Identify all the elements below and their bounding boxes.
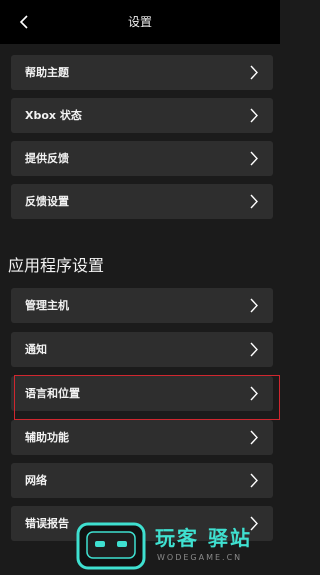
menu-item-label: Xbox 状态: [25, 109, 82, 122]
menu-item-label: 错误报告: [25, 517, 69, 530]
chevron-right-icon: [250, 298, 258, 313]
menu-item-help-topics[interactable]: 帮助主题: [11, 55, 273, 90]
watermark-text-cn: 玩客 驿站: [155, 526, 252, 550]
page-title: 设置: [127, 15, 152, 29]
menu-item-label: 反馈设置: [25, 195, 69, 208]
menu-item-label: 网络: [25, 474, 47, 487]
menu-item-network[interactable]: 网络: [11, 463, 273, 498]
chevron-right-icon: [250, 342, 258, 357]
chevron-right-icon: [250, 194, 258, 209]
menu-item-manage-consoles[interactable]: 管理主机: [11, 288, 273, 323]
menu-item-accessibility[interactable]: 辅助功能: [11, 420, 273, 455]
chevron-right-icon: [250, 151, 258, 166]
menu-item-label: 帮助主题: [25, 66, 69, 79]
watermark-text-en: WODEGAME.CN: [157, 553, 243, 562]
section-title: 应用程序设置: [8, 256, 105, 275]
menu-item-label: 通知: [25, 343, 47, 356]
chevron-right-icon: [250, 108, 258, 123]
menu-item-label: 提供反馈: [25, 152, 69, 165]
watermark: 玩客 驿站 WODEGAME.CN: [75, 520, 280, 575]
highlight-box: [14, 375, 280, 420]
chevron-right-icon: [250, 430, 258, 445]
menu-item-provide-feedback[interactable]: 提供反馈: [11, 141, 273, 176]
chevron-right-icon: [250, 65, 258, 80]
menu-item-label: 管理主机: [25, 299, 69, 312]
menu-item-notifications[interactable]: 通知: [11, 332, 273, 367]
chevron-right-icon: [250, 473, 258, 488]
top-bar: 设置: [0, 0, 280, 44]
menu-item-feedback-settings[interactable]: 反馈设置: [11, 184, 273, 219]
robot-logo-icon: [76, 522, 146, 570]
menu-item-xbox-status[interactable]: Xbox 状态: [11, 98, 273, 133]
menu-item-label: 辅助功能: [25, 431, 69, 444]
